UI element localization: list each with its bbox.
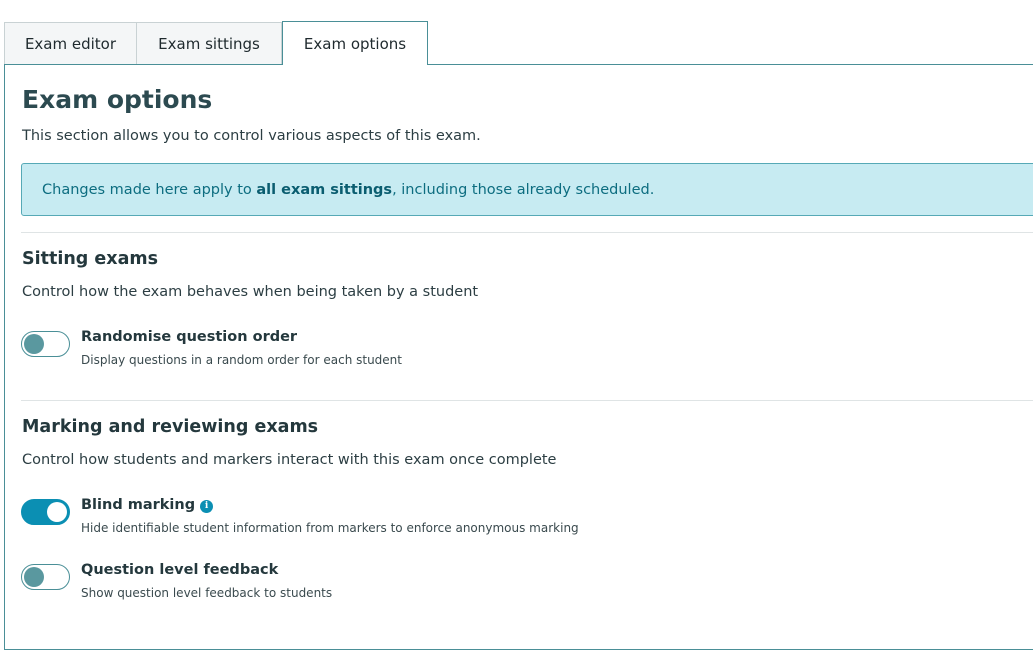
info-alert: Changes made here apply to all exam sitt… [21,163,1033,216]
option-label: Randomise question order [81,329,298,345]
section-description: Control how the exam behaves when being … [22,284,479,300]
divider [21,232,1033,233]
section-title-marking: Marking and reviewing exams [22,417,319,437]
randomise-question-order-toggle[interactable] [21,331,70,357]
option-label: Question level feedback [81,562,279,578]
question-level-feedback-toggle[interactable] [21,564,70,590]
alert-text-strong: all exam sittings [256,181,393,198]
divider [21,400,1033,401]
section-title-sitting-exams: Sitting exams [22,249,159,269]
toggle-knob [24,334,44,354]
alert-text-before: Changes made here apply to [42,181,257,198]
option-question-level-feedback: Question level feedback Show question le… [21,562,721,606]
alert-text: Changes made here apply to all exam sitt… [42,182,654,198]
option-label: Blind marking [81,497,196,513]
options-panel: Exam options This section allows you to … [4,64,1033,650]
option-randomise-question-order: Randomise question order Display questio… [21,329,721,373]
info-icon[interactable]: i [200,500,214,513]
option-help: Show question level feedback to students [81,586,333,600]
tab-exam-sittings[interactable]: Exam sittings [137,22,282,65]
toggle-knob [47,502,67,522]
page-title: Exam options [22,85,213,114]
tab-bar: Exam editor Exam sittings Exam options [4,21,428,66]
section-description: Control how students and markers interac… [22,452,557,468]
toggle-knob [24,567,44,587]
alert-text-after: , including those already scheduled. [392,181,655,198]
option-label-row: Blind marking i [81,497,214,513]
option-blind-marking: Blind marking i Hide identifiable student… [21,497,721,541]
tab-exam-editor[interactable]: Exam editor [4,22,137,65]
blind-marking-toggle[interactable] [21,499,70,525]
page-intro: This section allows you to control vario… [22,128,481,144]
tab-label: Exam options [303,34,407,53]
tab-label: Exam editor [24,35,117,53]
option-help: Display questions in a random order for … [81,353,402,367]
tab-label: Exam sittings [158,35,260,53]
option-help: Hide identifiable student information fr… [81,521,579,535]
tab-exam-options[interactable]: Exam options [282,21,428,66]
